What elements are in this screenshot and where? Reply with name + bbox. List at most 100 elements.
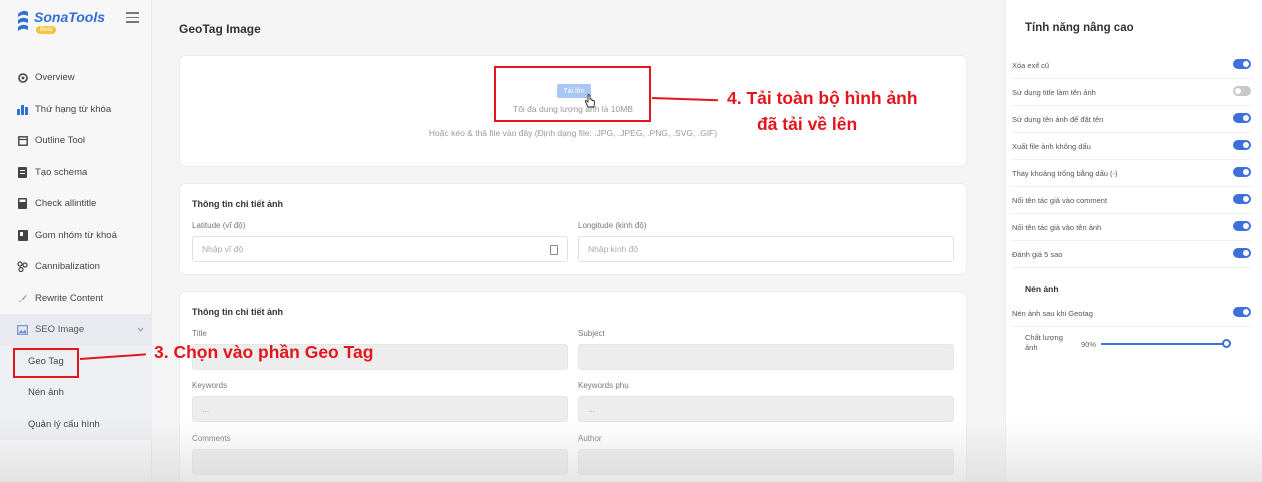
advanced-features-panel: Tính năng nâng cao Xóa exif cũ Sử dụng t…	[1005, 0, 1262, 482]
toggle-switch[interactable]	[1233, 248, 1251, 258]
sidebar-item-check-allintitle[interactable]: Check allintitle	[0, 188, 152, 220]
overview-icon	[17, 72, 28, 83]
sidebar-item-label: Rewrite Content	[35, 292, 104, 304]
option-title-as-filename: Sử dụng title làm tên ảnh	[1011, 79, 1251, 106]
sidebar-nav: Overview Thứ hạng từ khóa Outline Tool T…	[0, 62, 152, 440]
option-label: Nối tên tác giả vào tên ảnh	[1012, 223, 1102, 232]
option-label: Nén ảnh sau khi Geotag	[1012, 309, 1093, 318]
subject-input[interactable]	[578, 344, 954, 370]
quality-value: 90%	[1081, 340, 1097, 349]
keywords-sub-label: Keywords phụ	[578, 381, 629, 390]
beta-badge: Beta	[36, 26, 57, 34]
sidebar-item-keyword-ranking[interactable]: Thứ hạng từ khóa	[0, 94, 152, 126]
page-title: GeoTag Image	[179, 22, 261, 36]
chevron-down-icon	[137, 327, 144, 332]
option-no-accent-filename: Xuất file ảnh không dấu	[1011, 133, 1251, 160]
option-label: Sử dụng title làm tên ảnh	[1012, 88, 1096, 97]
annotation-step4-line1: 4. Tải toàn bộ hình ảnh	[727, 88, 918, 108]
option-label: Đánh giá 5 sao	[1012, 250, 1063, 259]
cluster-icon	[17, 261, 28, 273]
toggle-switch[interactable]	[1233, 194, 1251, 204]
sidebar-item-label: Thứ hạng từ khóa	[35, 103, 112, 115]
sidebar-item-label: Tạo schema	[35, 166, 88, 178]
compress-section-title: Nén ảnh	[1025, 284, 1059, 294]
option-label: Thay khoảng trống bằng dấu (-)	[1012, 169, 1118, 178]
latitude-label: Latitude (vĩ độ)	[192, 221, 246, 230]
ranking-icon	[17, 104, 28, 115]
option-label: Sử dụng tên ảnh để đặt tên	[1012, 115, 1104, 124]
author-input[interactable]	[578, 449, 954, 475]
annotation-step3: 3. Chọn vào phần Geo Tag	[154, 342, 374, 362]
keywords-sub-value: ...	[588, 404, 596, 414]
schema-icon	[17, 166, 28, 178]
logo-mark-icon	[18, 10, 28, 31]
option-label: Xuất file ảnh không dấu	[1012, 142, 1091, 151]
logo[interactable]: SonaTools Beta	[16, 8, 116, 38]
latitude-placeholder: Nhập vĩ độ	[202, 244, 244, 254]
longitude-label: Longitude (kinh độ)	[578, 221, 647, 230]
quality-slider-track[interactable]	[1101, 343, 1227, 345]
annotation-box-geotag	[13, 348, 79, 378]
longitude-input[interactable]: Nhập kinh độ	[578, 236, 954, 262]
hamburger-menu-icon[interactable]	[126, 12, 139, 23]
longitude-placeholder: Nhập kinh độ	[588, 244, 639, 254]
number-spinner-icon[interactable]	[550, 245, 558, 255]
keywords-input[interactable]: ...	[192, 396, 568, 422]
calculator-icon	[17, 198, 28, 210]
sidebar-item-overview[interactable]: Overview	[0, 62, 152, 94]
meta-info-card: Thông tin chi tiết ảnh Title Subject Key…	[179, 291, 967, 482]
latitude-input[interactable]: Nhập vĩ độ	[192, 236, 568, 262]
option-author-in-filename: Nối tên tác giả vào tên ảnh	[1011, 214, 1251, 241]
sidebar: SonaTools Beta Overview Thứ hạng từ khóa…	[0, 0, 152, 482]
brand-name: SonaTools	[34, 9, 106, 25]
toggle-switch[interactable]	[1233, 140, 1251, 150]
feather-icon	[17, 293, 28, 304]
outline-icon	[17, 135, 28, 146]
toggle-switch[interactable]	[1233, 307, 1251, 317]
sidebar-item-seo-image[interactable]: SEO Image	[0, 314, 152, 346]
sidebar-item-rewrite-content[interactable]: Rewrite Content	[0, 283, 152, 315]
comments-input[interactable]	[192, 449, 568, 475]
option-author-in-comment: Nối tên tác giả vào comment	[1011, 187, 1251, 214]
image-icon	[17, 324, 28, 335]
panel-title: Tính năng nâng cao	[1025, 22, 1134, 34]
sidebar-item-label: Check allintitle	[35, 198, 97, 210]
keywords-label: Keywords	[192, 381, 228, 390]
book-icon	[17, 229, 28, 241]
keywords-sub-input[interactable]: ...	[578, 396, 954, 422]
sidebar-item-label: SEO Image	[35, 324, 85, 336]
toggle-switch[interactable]	[1233, 113, 1251, 123]
annotation-box-upload	[494, 66, 651, 122]
quality-label: Chất lượng ảnh	[1025, 333, 1063, 352]
quality-slider-handle[interactable]	[1222, 339, 1231, 348]
title-label: Title	[192, 329, 207, 338]
toggle-switch[interactable]	[1233, 59, 1251, 69]
card-heading: Thông tin chi tiết ảnh	[192, 307, 283, 317]
option-five-star-rating: Đánh giá 5 sao	[1011, 241, 1251, 268]
sidebar-item-cannibalization[interactable]: Cannibalization	[0, 251, 152, 283]
subject-label: Subject	[578, 329, 605, 338]
sidebar-item-keyword-grouping[interactable]: Gom nhóm từ khoá	[0, 220, 152, 252]
comments-label: Comments	[192, 434, 231, 443]
toggle-switch[interactable]	[1233, 86, 1251, 96]
option-label: Nối tên tác giả vào comment	[1012, 196, 1108, 205]
sidebar-subitem-compress[interactable]: Nén ảnh	[0, 377, 152, 409]
toggle-switch[interactable]	[1233, 221, 1251, 231]
sidebar-item-outline-tool[interactable]: Outline Tool	[0, 125, 152, 157]
option-use-filename: Sử dụng tên ảnh để đặt tên	[1011, 106, 1251, 133]
option-compress-after-geotag: Nén ảnh sau khi Geotag	[1011, 300, 1251, 327]
toggle-switch[interactable]	[1233, 167, 1251, 177]
geo-info-card: Thông tin chi tiết ảnh Latitude (vĩ độ) …	[179, 183, 967, 275]
annotation-step4-line2: đã tải về lên	[757, 114, 858, 134]
keywords-value: ...	[202, 404, 210, 414]
sidebar-item-label: Cannibalization	[35, 261, 100, 273]
option-replace-spaces: Thay khoảng trống bằng dấu (-)	[1011, 160, 1251, 187]
sidebar-item-label: Outline Tool	[35, 135, 85, 147]
sidebar-item-schema[interactable]: Tạo schema	[0, 157, 152, 189]
sidebar-subitem-config[interactable]: Quản lý cấu hình	[0, 409, 152, 441]
option-label: Xóa exif cũ	[1012, 61, 1050, 70]
sidebar-item-label: Overview	[35, 72, 75, 84]
card-heading: Thông tin chi tiết ảnh	[192, 199, 283, 209]
option-remove-exif: Xóa exif cũ	[1011, 52, 1251, 79]
sidebar-item-label: Gom nhóm từ khoá	[35, 229, 117, 241]
